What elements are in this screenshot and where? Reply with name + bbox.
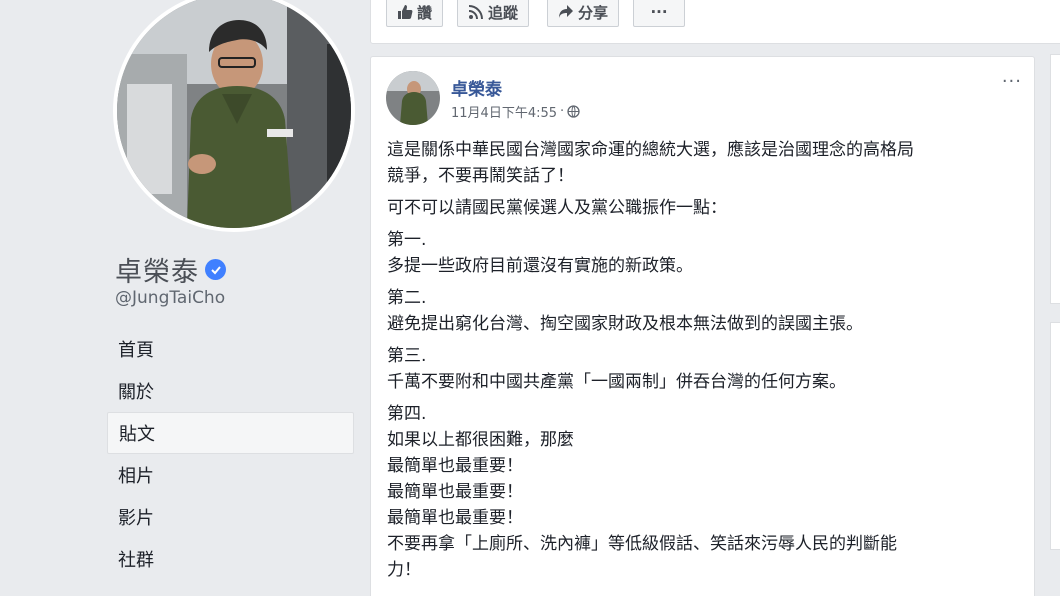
- post-line: 最簡單也最重要！: [387, 482, 523, 502]
- ellipsis-icon: ···: [650, 3, 668, 21]
- nav-item-videos[interactable]: 影片: [107, 496, 354, 538]
- follow-label: 追蹤: [488, 3, 519, 22]
- nav-item-posts[interactable]: 貼文: [107, 412, 354, 454]
- share-button[interactable]: 分享: [547, 0, 620, 27]
- post-line: 不要再拿「上廁所、洗內褲」等低級假話、笑話來污辱人民的判斷能: [387, 534, 897, 554]
- share-arrow-icon: [559, 5, 573, 18]
- page-handle[interactable]: @JungTaiCho: [115, 288, 225, 308]
- nav-item-photos[interactable]: 相片: [107, 454, 354, 496]
- page-action-bar: 讚 追蹤 分享 ···: [370, 0, 1060, 44]
- side-card: [1050, 54, 1060, 304]
- post-meta: 11月4日下午4:55 ·: [451, 102, 580, 121]
- post-line: 千萬不要附和中國共產黨「一國兩制」併吞台灣的任何方案。: [387, 372, 846, 392]
- post-card: 卓榮泰 11月4日下午4:55 · ··· 這是關係中華民國台灣國家命運的總統大…: [370, 56, 1035, 596]
- paragraph: 可不可以請國民黨候選人及黨公職振作一點：: [387, 195, 1017, 221]
- paragraph: 第一. 多提一些政府目前還沒有實施的新政策。: [387, 227, 1017, 279]
- post-options-icon[interactable]: ···: [1002, 71, 1022, 92]
- meta-separator: ·: [560, 104, 565, 119]
- page-name[interactable]: 卓榮泰: [115, 250, 226, 289]
- page-nav: 首頁 關於 貼文 相片 影片 社群: [107, 328, 354, 580]
- more-button[interactable]: ···: [633, 0, 685, 27]
- profile-picture[interactable]: [113, 0, 355, 232]
- post-line: 競爭，不要再鬧笑話了！: [387, 166, 574, 186]
- post-author-avatar[interactable]: [386, 71, 440, 125]
- side-card: [1050, 322, 1060, 550]
- nav-item-home[interactable]: 首頁: [107, 328, 354, 370]
- post-line: 力！: [387, 560, 421, 580]
- post-line: 第四.: [387, 404, 427, 424]
- post-line: 如果以上都很困難，那麼: [387, 430, 574, 450]
- profile-photo: [117, 0, 351, 228]
- page-name-text: 卓榮泰: [115, 257, 199, 288]
- post-author-name[interactable]: 卓榮泰: [451, 75, 502, 100]
- like-label: 讚: [417, 3, 433, 22]
- follow-button[interactable]: 追蹤: [457, 0, 530, 27]
- paragraph: 第二. 避免提出窮化台灣、掏空國家財政及根本無法做到的誤國主張。: [387, 285, 1017, 337]
- post-line: 第二.: [387, 288, 427, 308]
- paragraph: 第四. 如果以上都很困難，那麼 最簡單也最重要！ 最簡單也最重要！ 最簡單也最重…: [387, 401, 1017, 583]
- verified-badge-icon: [205, 259, 226, 280]
- thumbs-up-icon: [398, 5, 413, 19]
- globe-icon: [567, 105, 580, 118]
- paragraph: 第三. 千萬不要附和中國共產黨「一國兩制」併吞台灣的任何方案。: [387, 343, 1017, 395]
- post-body: 這是關係中華民國台灣國家命運的總統大選，應該是治國理念的高格局 競爭，不要再鬧笑…: [387, 137, 1017, 589]
- post-line: 最簡單也最重要！: [387, 508, 523, 528]
- post-line: 第三.: [387, 346, 427, 366]
- post-line: 避免提出窮化台灣、掏空國家財政及根本無法做到的誤國主張。: [387, 314, 863, 334]
- post-line: 可不可以請國民黨候選人及黨公職振作一點：: [387, 198, 727, 218]
- post-line: 最簡單也最重要！: [387, 456, 523, 476]
- post-line: 這是關係中華民國台灣國家命運的總統大選，應該是治國理念的高格局: [387, 140, 914, 160]
- share-label: 分享: [578, 3, 609, 22]
- post-line: 多提一些政府目前還沒有實施的新政策。: [387, 256, 693, 276]
- rss-icon: [468, 5, 483, 20]
- paragraph: 這是關係中華民國台灣國家命運的總統大選，應該是治國理念的高格局 競爭，不要再鬧笑…: [387, 137, 1017, 189]
- like-button[interactable]: 讚: [386, 0, 444, 27]
- nav-item-about[interactable]: 關於: [107, 370, 354, 412]
- nav-item-community[interactable]: 社群: [107, 538, 354, 580]
- post-line: 第一.: [387, 230, 427, 250]
- post-timestamp[interactable]: 11月4日下午4:55: [451, 102, 557, 121]
